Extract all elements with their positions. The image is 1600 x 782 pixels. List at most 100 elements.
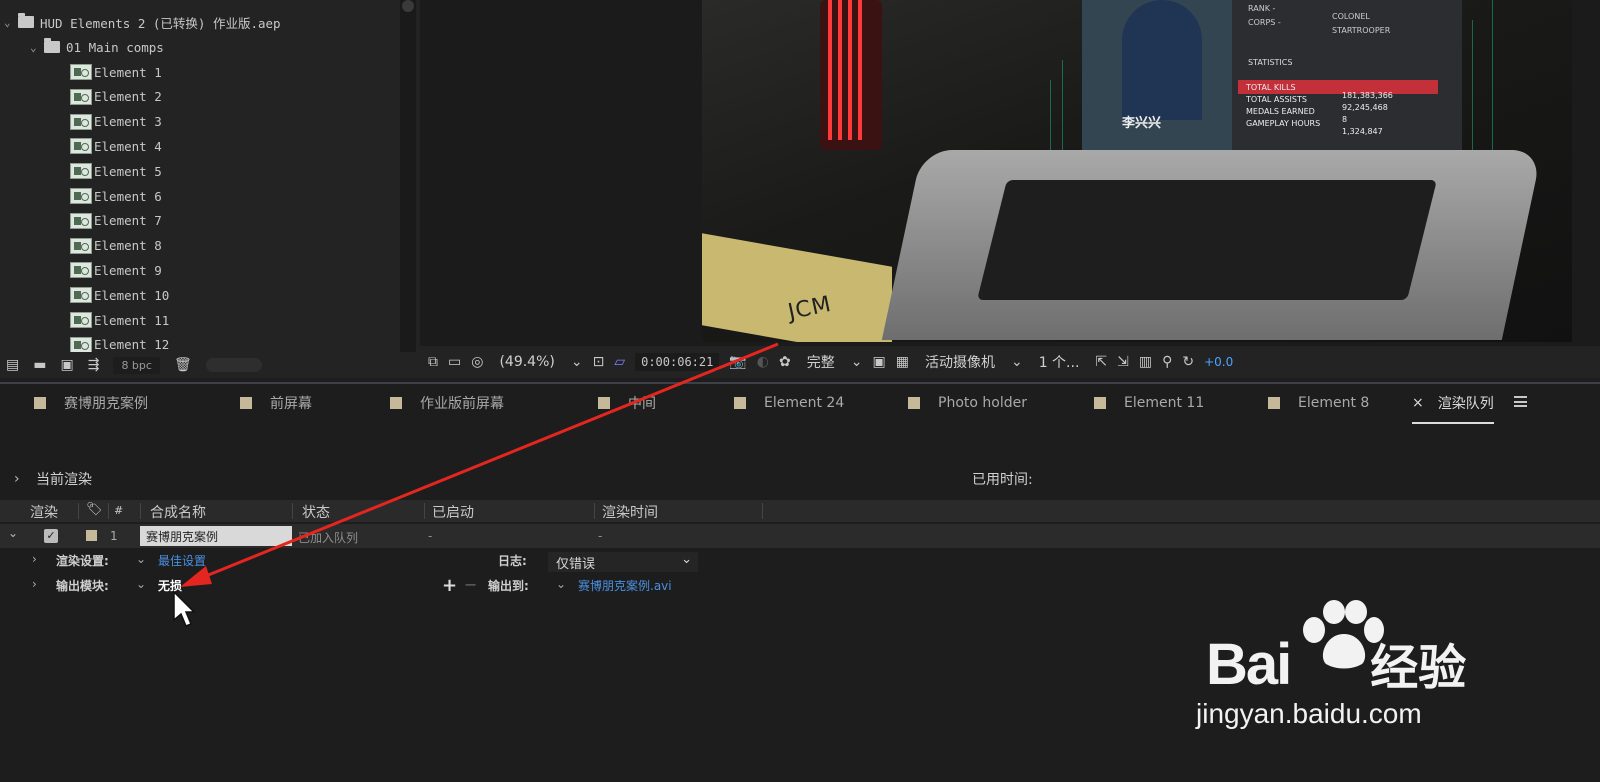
project-item-comp[interactable]: Element 6 xyxy=(70,184,162,208)
project-item-comp[interactable]: Element 11 xyxy=(70,308,169,332)
column-comp-name[interactable]: 合成名称 xyxy=(150,502,206,522)
stat-value: 8 xyxy=(1342,115,1348,124)
new-folder-icon[interactable]: ▬ xyxy=(33,357,46,373)
project-footer-slider[interactable] xyxy=(205,358,262,372)
project-item-label: Element 9 xyxy=(94,262,162,278)
column-started[interactable]: 已启动 xyxy=(432,502,474,522)
project-item-comp[interactable]: Element 8 xyxy=(70,234,162,258)
project-item-comp[interactable]: Element 9 xyxy=(70,258,162,282)
chevron-down-icon[interactable]: ⌄ xyxy=(1011,354,1023,370)
project-scrollbar[interactable] xyxy=(400,0,416,352)
stat-value: 181,383,366 xyxy=(1342,91,1393,100)
composition-icon xyxy=(70,287,92,304)
chevron-down-icon[interactable]: ⌄ xyxy=(4,16,18,29)
tab-element-11[interactable]: Element 11 xyxy=(1094,392,1204,414)
remove-output-module-button[interactable]: − xyxy=(464,575,477,594)
tab-cyberpunk-case[interactable]: 赛博朋克案例 xyxy=(34,392,148,414)
tab-label: Element 8 xyxy=(1298,395,1370,411)
project-item-label: Element 8 xyxy=(94,238,162,254)
render-checkbox[interactable]: ✓ xyxy=(44,529,58,543)
reset-exposure-icon[interactable]: ↻ xyxy=(1182,354,1194,370)
project-item-label: Element 11 xyxy=(94,312,170,328)
exposure-value[interactable]: +0.0 xyxy=(1204,355,1233,369)
flowchart-icon[interactable]: ⚲ xyxy=(1162,354,1172,370)
label-color-swatch xyxy=(1094,397,1106,409)
tab-close-icon[interactable]: × xyxy=(1412,395,1424,411)
project-item-comp[interactable]: Element 1 xyxy=(70,60,162,84)
log-select[interactable]: 仅错误 ⌄ xyxy=(548,552,698,572)
project-item-comp[interactable]: Element 10 xyxy=(70,283,169,307)
chevron-right-icon[interactable]: › xyxy=(32,552,37,566)
transparency-grid-icon[interactable]: ▦ xyxy=(896,354,909,370)
tab-element-8[interactable]: Element 8 xyxy=(1268,392,1369,414)
toggle-pixel-aspect-icon[interactable]: ⇱ xyxy=(1095,354,1107,370)
elapsed-time-label: 已用时间: xyxy=(972,472,1033,488)
resolution-select[interactable]: 完整 xyxy=(801,350,841,374)
tree-folder-item[interactable]: ⌄ 01 Main comps xyxy=(30,35,164,59)
project-item-comp[interactable]: Element 3 xyxy=(70,110,162,134)
mask-shape-icon[interactable]: ▱ xyxy=(614,354,625,370)
safe-margins-icon[interactable]: ⊡ xyxy=(593,354,605,370)
snapshot-icon[interactable]: 📷 xyxy=(729,354,746,370)
project-item-comp[interactable]: Element 7 xyxy=(70,209,162,233)
composition-viewer[interactable]: JCM 李兴兴 RANK - CORPS - COLONEL STARTROOP… xyxy=(420,0,1600,346)
label-color-swatch xyxy=(908,397,920,409)
zoom-select[interactable]: (49.4%) xyxy=(493,352,560,372)
chevron-down-icon[interactable]: ⌄ xyxy=(30,41,44,54)
always-preview-icon[interactable]: ⧉ xyxy=(428,354,438,370)
chevron-down-icon[interactable]: ⌄ xyxy=(571,354,583,370)
new-comp-icon[interactable]: ▣ xyxy=(60,357,73,373)
view-layout-select[interactable]: 1 个... xyxy=(1033,350,1086,374)
tag-icon[interactable]: 🏷 xyxy=(86,502,103,517)
label-color-swatch xyxy=(240,397,252,409)
panel-menu-icon[interactable] xyxy=(1514,396,1527,407)
comp-name-field[interactable]: 赛博朋克案例 xyxy=(140,526,292,546)
mask-icon[interactable]: ◎ xyxy=(471,354,483,370)
column-render[interactable]: 渲染 xyxy=(30,502,58,522)
column-status[interactable]: 状态 xyxy=(302,502,330,522)
render-settings-link[interactable]: 最佳设置 xyxy=(158,552,206,569)
chevron-down-icon[interactable]: ⌄ xyxy=(8,526,18,540)
project-item-comp[interactable]: Element 5 xyxy=(70,159,162,183)
tab-middle[interactable]: 中间 xyxy=(598,392,656,414)
region-of-interest-icon[interactable]: ▣ xyxy=(872,354,885,370)
chevron-down-icon[interactable]: ⌄ xyxy=(136,552,146,566)
project-item-comp[interactable]: Element 4 xyxy=(70,134,162,158)
trash-icon[interactable]: 🗑 xyxy=(174,357,192,373)
tab-element-24[interactable]: Element 24 xyxy=(734,392,844,414)
show-snapshot-icon[interactable]: ◐ xyxy=(757,354,769,370)
add-output-module-button[interactable]: + xyxy=(442,575,457,596)
tab-photo-holder[interactable]: Photo holder xyxy=(908,392,1027,414)
output-file-link[interactable]: 赛博朋克案例.avi xyxy=(578,577,672,594)
composition-icon xyxy=(70,336,92,353)
composition-icon xyxy=(70,64,92,80)
stat-line: GAMEPLAY HOURS xyxy=(1246,119,1321,128)
monitor-icon[interactable]: ▭ xyxy=(448,354,461,370)
queue-index: 1 xyxy=(110,529,118,543)
tab-homework-front-screen[interactable]: 作业版前屏幕 xyxy=(390,392,504,414)
flowchart-icon[interactable]: ⇶ xyxy=(88,357,100,373)
camera-select[interactable]: 活动摄像机 xyxy=(919,350,1001,374)
color-channels-icon[interactable]: ✿ xyxy=(779,354,791,370)
project-scroll-thumb[interactable] xyxy=(402,0,414,12)
current-time-field[interactable]: 0:00:06:21 xyxy=(635,353,720,371)
column-number[interactable]: # xyxy=(114,504,123,517)
tab-render-queue[interactable]: × 渲染队列 xyxy=(1412,392,1494,424)
chevron-down-icon[interactable]: ⌄ xyxy=(851,354,863,370)
bit-depth-button[interactable]: 8 bpc xyxy=(113,356,160,374)
interpret-footage-icon[interactable]: ▤ xyxy=(6,357,19,373)
fast-preview-icon[interactable]: ⇲ xyxy=(1117,354,1129,370)
chevron-right-icon[interactable]: › xyxy=(32,577,37,591)
label-color-swatch[interactable] xyxy=(86,530,97,541)
log-label: 日志: xyxy=(498,554,527,568)
column-render-time[interactable]: 渲染时间 xyxy=(602,502,658,522)
timeline-icon[interactable]: ▥ xyxy=(1139,354,1152,370)
chevron-down-icon[interactable]: ⌄ xyxy=(136,577,146,591)
render-queue-item[interactable]: ⌄ ✓ 1 赛博朋克案例 已加入队列 - - xyxy=(0,524,1600,548)
tab-front-screen[interactable]: 前屏幕 xyxy=(240,392,312,414)
chevron-right-icon[interactable]: › xyxy=(14,471,20,487)
project-item-comp[interactable]: Element 2 xyxy=(70,85,162,109)
tree-root-item[interactable]: ⌄ HUD Elements 2 (已转换) 作业版.aep xyxy=(4,10,281,34)
chevron-down-icon[interactable]: ⌄ xyxy=(556,577,566,591)
composition-preview-image: JCM 李兴兴 RANK - CORPS - COLONEL STARTROOP… xyxy=(702,0,1572,342)
